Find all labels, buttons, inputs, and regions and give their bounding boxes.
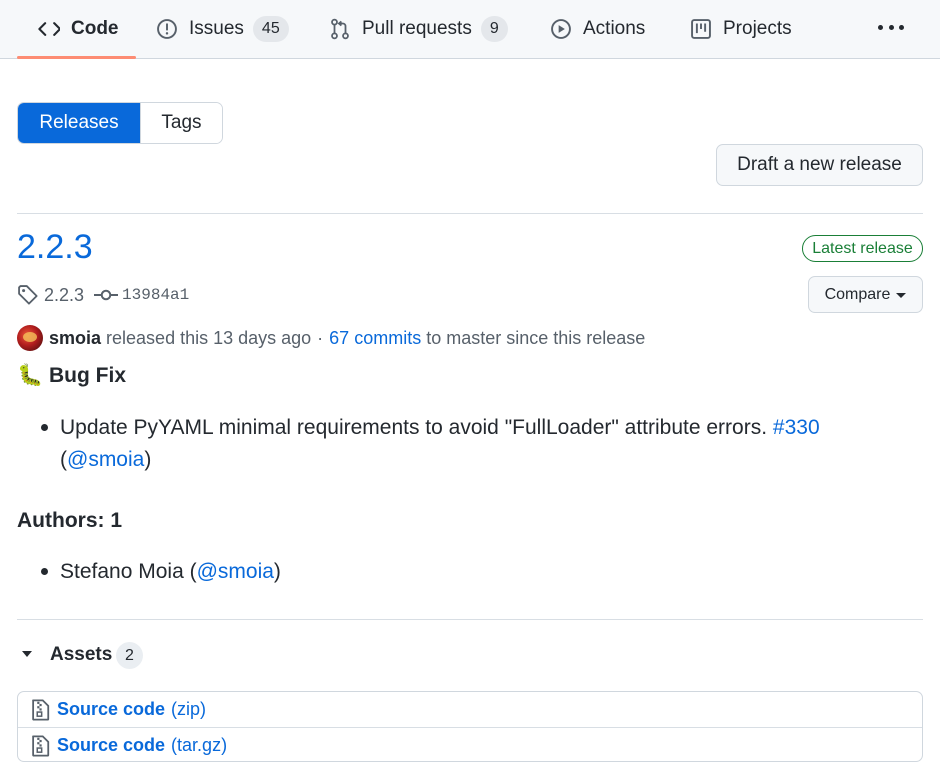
release-meta: 2.2.3 13984a1 <box>17 283 189 307</box>
compare-button[interactable]: Compare <box>808 276 923 313</box>
paren-open: ( <box>60 448 67 471</box>
asset-name[interactable]: Source code <box>57 699 165 720</box>
code-icon <box>38 22 60 36</box>
tab-actions[interactable]: Actions <box>550 0 645 58</box>
tab-issues-label: Issues <box>189 18 244 39</box>
tag-icon <box>18 285 38 305</box>
list-bullet <box>41 424 48 431</box>
compare-label: Compare <box>824 285 891 303</box>
tab-code-label: Code <box>71 18 119 39</box>
released-text: released this 13 days ago <box>106 327 312 348</box>
separator-dot: · <box>317 327 324 348</box>
tab-actions-label: Actions <box>583 18 646 39</box>
commit-icon <box>94 289 119 301</box>
author-full-name: Stefano Moia ( <box>60 560 197 583</box>
assets-label[interactable]: Assets <box>50 644 112 666</box>
commits-link[interactable]: 67 commits <box>329 328 421 349</box>
tab-pull-requests-label: Pull requests <box>362 18 472 39</box>
tab-code[interactable]: Code <box>38 0 119 58</box>
paren-close: ) <box>144 448 152 471</box>
issue-icon <box>157 19 177 39</box>
tab-issues[interactable]: Issues 45 <box>156 0 289 58</box>
author-item: Stefano Moia (@smoia) <box>60 556 281 588</box>
bug-icon: 🐛 <box>17 364 44 387</box>
assets-count: 2 <box>116 642 143 669</box>
release-title[interactable]: 2.2.3 <box>17 228 93 267</box>
play-icon <box>551 19 571 39</box>
bugfix-heading-text: Bug Fix <box>49 364 126 387</box>
file-zip-icon <box>32 698 50 721</box>
tab-pull-requests[interactable]: Pull requests 9 <box>329 0 508 58</box>
pull-requests-count: 9 <box>480 16 508 42</box>
issue-link[interactable]: #330 <box>773 416 820 439</box>
divider <box>17 213 923 214</box>
tab-projects[interactable]: Projects <box>690 0 792 58</box>
assets-list: Source code (zip) Source code (tar.gz) <box>17 691 923 762</box>
issues-count: 45 <box>252 16 289 42</box>
asset-ext[interactable]: (zip) <box>171 699 206 720</box>
project-icon <box>691 19 711 39</box>
list-bullet <box>41 568 48 575</box>
author-mention-link[interactable]: @smoia <box>197 560 274 583</box>
triangle-down-icon[interactable] <box>22 651 32 657</box>
since-text: to master since this release <box>426 327 646 348</box>
avatar[interactable] <box>17 325 43 351</box>
draft-release-button[interactable]: Draft a new release <box>716 144 923 186</box>
asset-row[interactable]: Source code (zip) <box>18 692 922 727</box>
pull-request-icon <box>331 18 349 40</box>
caret-down-icon <box>896 293 907 298</box>
asset-name[interactable]: Source code <box>57 735 165 756</box>
asset-row[interactable]: Source code (tar.gz) <box>18 728 922 763</box>
release-tag[interactable]: 2.2.3 <box>44 285 84 306</box>
user-mention-link[interactable]: @smoia <box>67 448 144 471</box>
kebab-horizontal-icon[interactable] <box>876 14 906 40</box>
selected-tab-underline <box>17 56 136 59</box>
tab-releases[interactable]: Releases <box>18 103 140 143</box>
divider <box>17 619 923 620</box>
bugfix-heading: 🐛 Bug Fix <box>17 364 126 388</box>
paren-close: ) <box>273 560 281 583</box>
tab-tags[interactable]: Tags <box>140 103 222 143</box>
file-zip-icon <box>32 734 50 757</box>
releases-tags-toggle: Releases Tags <box>17 102 223 144</box>
release-author-row: smoia released this 13 days ago · 67 com… <box>17 325 645 351</box>
tab-projects-label: Projects <box>723 18 792 39</box>
asset-ext[interactable]: (tar.gz) <box>171 735 227 756</box>
commit-sha[interactable]: 13984a1 <box>122 286 189 304</box>
latest-release-badge: Latest release <box>802 235 923 262</box>
authors-heading: Authors: 1 <box>17 509 122 532</box>
bugfix-item: Update PyYAML minimal requirements to av… <box>60 412 880 476</box>
author-name[interactable]: smoia <box>49 328 101 349</box>
bugfix-item-text: Update PyYAML minimal requirements to av… <box>60 416 768 439</box>
repo-nav: Code Issues 45 Pull requests 9 Actions P… <box>0 0 940 59</box>
